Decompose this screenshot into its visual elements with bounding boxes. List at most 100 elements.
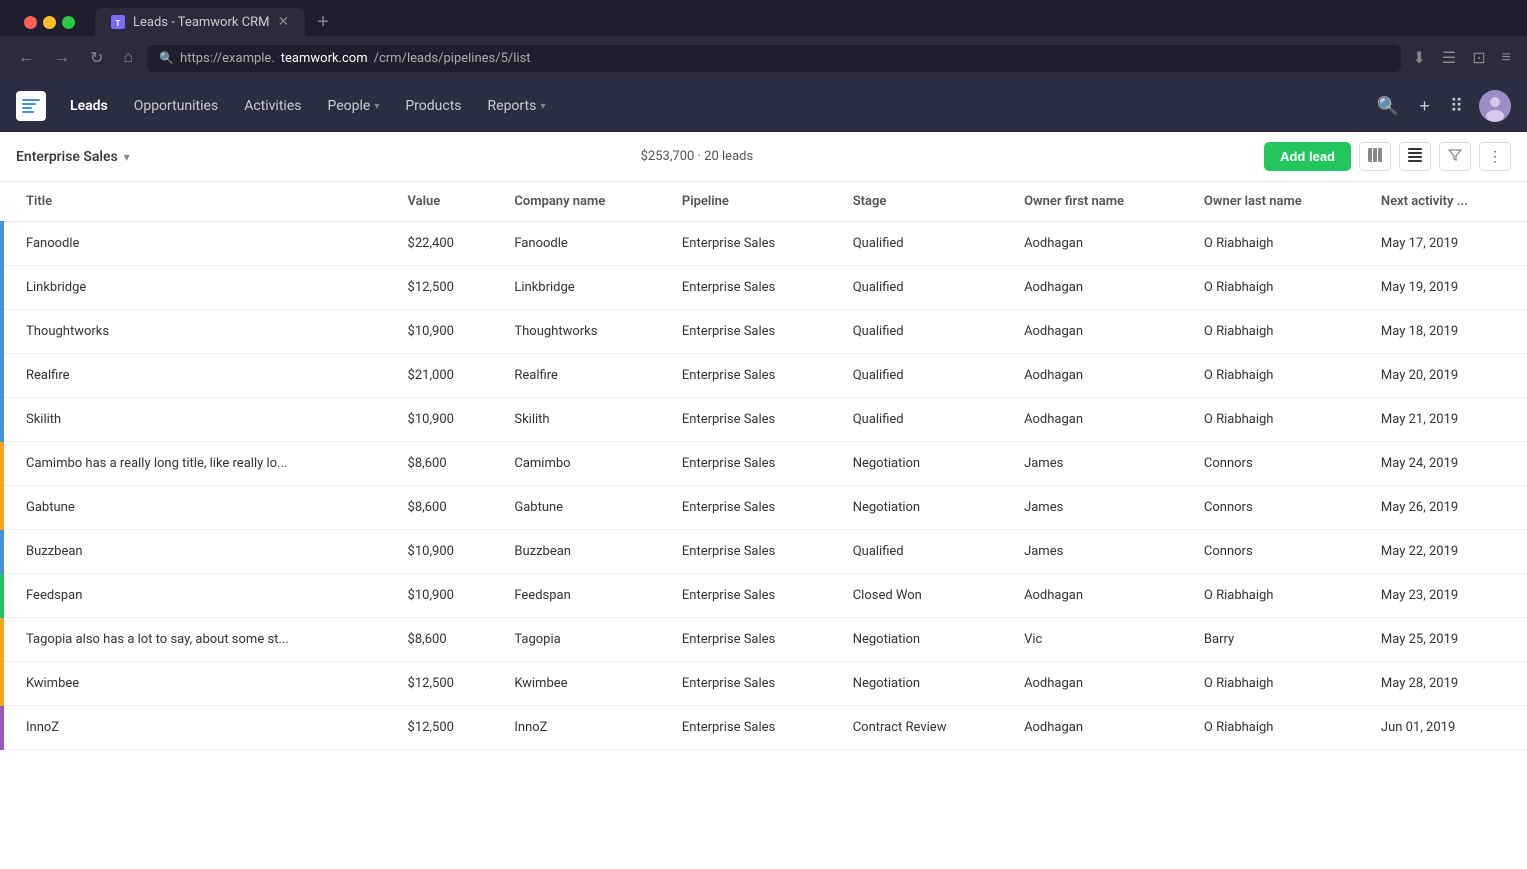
cell-owner-last: O Riabhaigh [1188, 222, 1365, 266]
nav-item-products[interactable]: Products [393, 90, 473, 122]
pipeline-selector[interactable]: Enterprise Sales ▾ [16, 149, 130, 165]
table-row[interactable]: Buzzbean$10,900BuzzbeanEnterprise SalesQ… [2, 530, 1527, 574]
add-lead-button[interactable]: Add lead [1264, 142, 1351, 171]
bookmarks-button[interactable]: ☰ [1438, 44, 1460, 72]
cell-title: InnoZ [10, 706, 392, 750]
cell-company: Buzzbean [498, 530, 666, 574]
cell-next-activity: May 19, 2019 [1365, 266, 1527, 310]
row-stage-indicator [2, 266, 10, 310]
indicator-col-header [2, 182, 10, 222]
cell-company: Linkbridge [498, 266, 666, 310]
apps-button[interactable]: ⠿ [1446, 92, 1467, 121]
cell-pipeline: Enterprise Sales [666, 574, 837, 618]
row-stage-indicator [2, 574, 10, 618]
cell-owner-first: Aodhagan [1008, 398, 1188, 442]
nav-item-people[interactable]: People ▾ [315, 90, 391, 122]
cell-pipeline: Enterprise Sales [666, 706, 837, 750]
minimize-window-button[interactable] [43, 16, 56, 29]
row-stage-indicator [2, 354, 10, 398]
nav-item-opportunities[interactable]: Opportunities [122, 90, 231, 122]
cell-owner-first: Aodhagan [1008, 266, 1188, 310]
table-row[interactable]: Camimbo has a really long title, like re… [2, 442, 1527, 486]
nav-item-activities[interactable]: Activities [232, 90, 313, 122]
cell-next-activity: May 28, 2019 [1365, 662, 1527, 706]
toolbar-right: Add lead ⋮ [1264, 142, 1511, 171]
row-stage-indicator [2, 662, 10, 706]
add-button[interactable]: + [1415, 92, 1434, 121]
col-header-company: Company name [498, 182, 666, 222]
cell-value: $10,900 [392, 310, 499, 354]
cell-pipeline: Enterprise Sales [666, 486, 837, 530]
cell-owner-first: James [1008, 442, 1188, 486]
tab-close-button[interactable]: ✕ [278, 14, 290, 30]
table-row[interactable]: InnoZ$12,500InnoZEnterprise SalesContrac… [2, 706, 1527, 750]
cell-pipeline: Enterprise Sales [666, 618, 837, 662]
cell-owner-last: O Riabhaigh [1188, 662, 1365, 706]
col-header-title: Title [10, 182, 392, 222]
new-tab-button[interactable]: + [309, 12, 337, 32]
cell-company: Thoughtworks [498, 310, 666, 354]
tab-bar: T Leads - Teamwork CRM ✕ + [0, 0, 1527, 36]
menu-button[interactable]: ≡ [1498, 45, 1515, 71]
active-tab[interactable]: T Leads - Teamwork CRM ✕ [95, 8, 305, 36]
table-row[interactable]: Thoughtworks$10,900ThoughtworksEnterpris… [2, 310, 1527, 354]
maximize-window-button[interactable] [62, 16, 75, 29]
forward-button[interactable]: → [48, 45, 76, 71]
table-row[interactable]: Kwimbee$12,500KwimbeeEnterprise SalesNeg… [2, 662, 1527, 706]
browser-actions: ⬇ ☰ ⊡ ≡ [1409, 44, 1516, 72]
cell-owner-first: Aodhagan [1008, 354, 1188, 398]
nav-item-reports[interactable]: Reports ▾ [476, 90, 558, 122]
table-row[interactable]: Skilith$10,900SkilithEnterprise SalesQua… [2, 398, 1527, 442]
cell-value: $10,900 [392, 574, 499, 618]
home-button[interactable]: ⌂ [117, 45, 139, 71]
row-stage-indicator [2, 310, 10, 354]
nav-item-leads[interactable]: Leads [58, 90, 120, 122]
cell-next-activity: May 26, 2019 [1365, 486, 1527, 530]
kanban-view-button[interactable] [1359, 142, 1391, 171]
list-view-button[interactable] [1399, 142, 1431, 171]
avatar[interactable] [1479, 90, 1511, 122]
cell-title: Linkbridge [10, 266, 392, 310]
cell-value: $8,600 [392, 486, 499, 530]
cell-next-activity: May 17, 2019 [1365, 222, 1527, 266]
tab-title: Leads - Teamwork CRM [133, 15, 270, 30]
reload-button[interactable]: ↻ [84, 44, 109, 72]
cell-title: Feedspan [10, 574, 392, 618]
cell-value: $8,600 [392, 618, 499, 662]
close-window-button[interactable] [24, 16, 37, 29]
row-stage-indicator [2, 618, 10, 662]
download-button[interactable]: ⬇ [1409, 44, 1430, 72]
back-button[interactable]: ← [12, 45, 40, 71]
table-row[interactable]: Linkbridge$12,500LinkbridgeEnterprise Sa… [2, 266, 1527, 310]
cell-company: Realfire [498, 354, 666, 398]
nav-items: Leads Opportunities Activities People ▾ … [58, 90, 1369, 122]
cell-owner-last: O Riabhaigh [1188, 398, 1365, 442]
table-row[interactable]: Fanoodle$22,400FanoodleEnterprise SalesQ… [2, 222, 1527, 266]
url-bar[interactable]: 🔍 https://example.teamwork.com/crm/leads… [147, 45, 1400, 72]
table-row[interactable]: Gabtune$8,600GabtuneEnterprise SalesNego… [2, 486, 1527, 530]
svg-text:T: T [116, 19, 121, 28]
cell-title: Gabtune [10, 486, 392, 530]
more-options-button[interactable]: ⋮ [1479, 142, 1511, 171]
leads-table-container[interactable]: Title Value Company name Pipeline Stage … [0, 182, 1527, 869]
cell-owner-last: Connors [1188, 530, 1365, 574]
cell-owner-first: Aodhagan [1008, 706, 1188, 750]
table-row[interactable]: Feedspan$10,900FeedspanEnterprise SalesC… [2, 574, 1527, 618]
table-row[interactable]: Realfire$21,000RealfireEnterprise SalesQ… [2, 354, 1527, 398]
table-row[interactable]: Tagopia also has a lot to say, about som… [2, 618, 1527, 662]
cell-owner-first: James [1008, 530, 1188, 574]
cell-stage: Qualified [837, 310, 1008, 354]
cell-pipeline: Enterprise Sales [666, 442, 837, 486]
row-stage-indicator [2, 222, 10, 266]
row-stage-indicator [2, 442, 10, 486]
app-nav: Leads Opportunities Activities People ▾ … [0, 80, 1527, 132]
cell-stage: Qualified [837, 222, 1008, 266]
cell-owner-last: O Riabhaigh [1188, 310, 1365, 354]
filter-button[interactable] [1439, 142, 1471, 171]
cell-next-activity: May 23, 2019 [1365, 574, 1527, 618]
col-header-owner-last: Owner last name [1188, 182, 1365, 222]
cell-value: $10,900 [392, 530, 499, 574]
split-view-button[interactable]: ⊡ [1468, 44, 1489, 72]
app-logo [16, 91, 46, 121]
search-button[interactable]: 🔍 [1373, 92, 1403, 121]
